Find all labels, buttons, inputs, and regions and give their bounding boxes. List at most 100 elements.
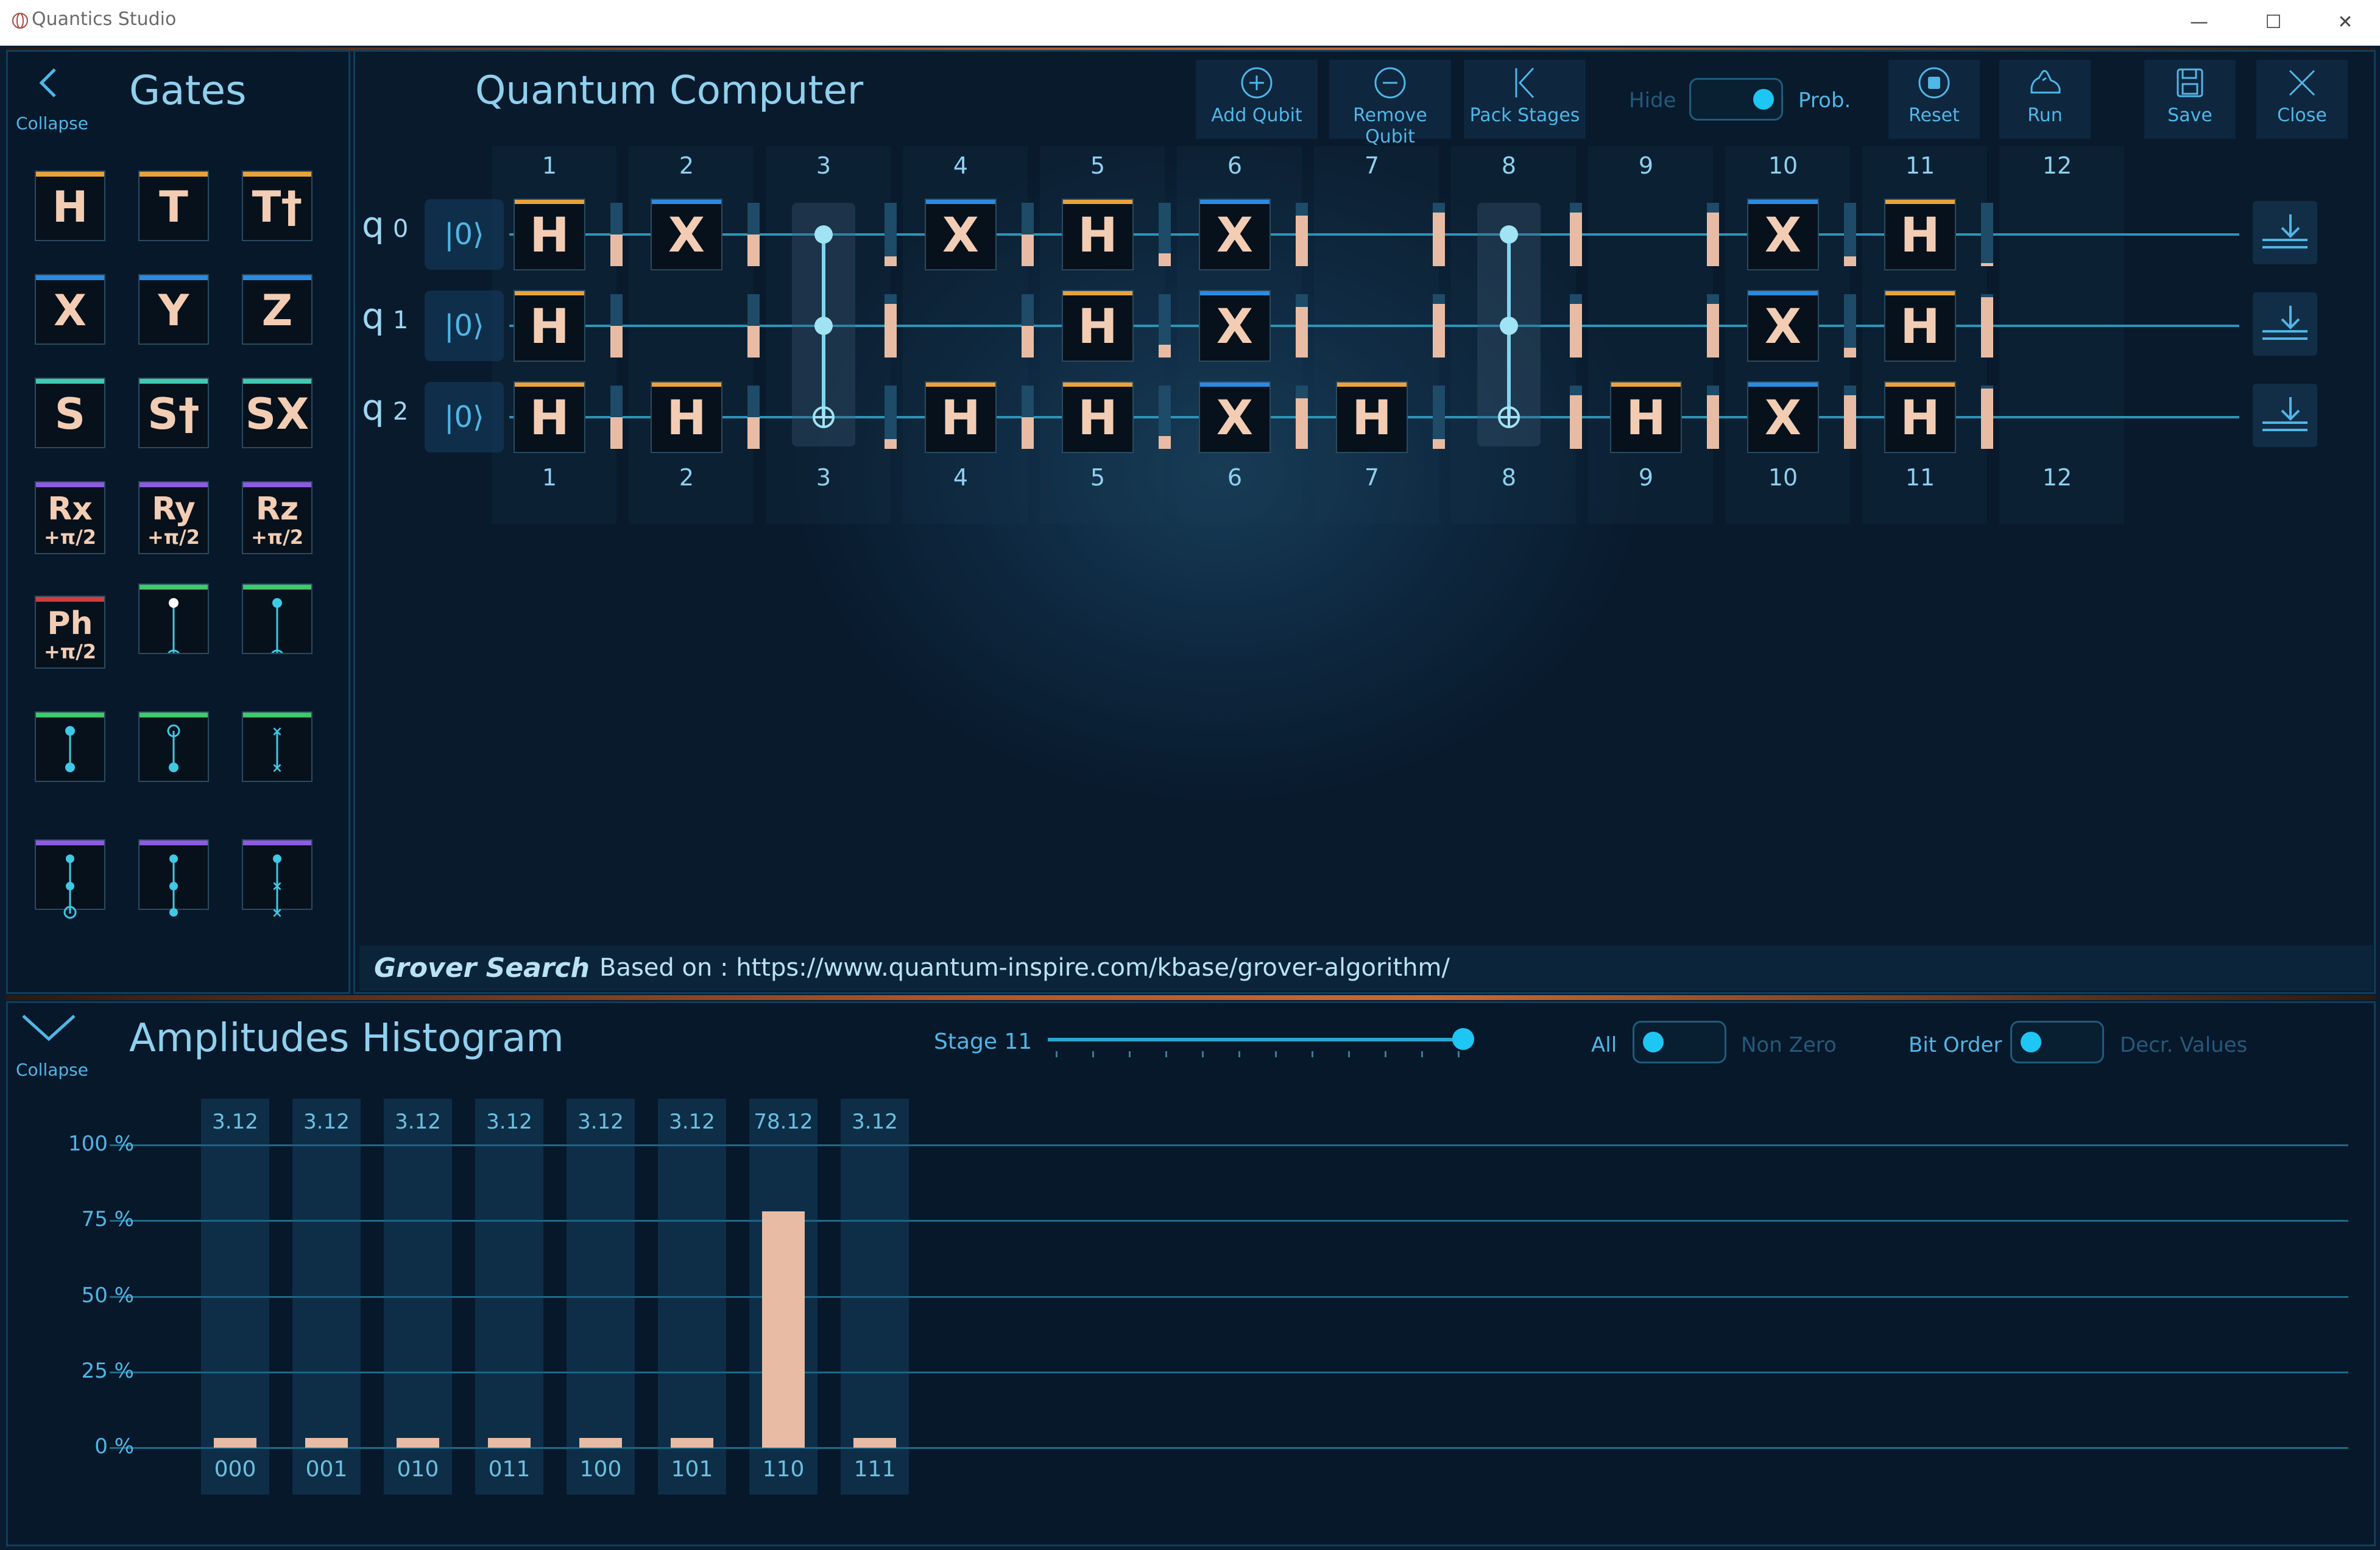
gate-tile-controlled-x[interactable] xyxy=(138,583,209,664)
circuit-gate-h[interactable]: H xyxy=(1062,199,1134,270)
circuit-gate-h[interactable]: H xyxy=(514,290,585,362)
circuit-gate-x[interactable]: X xyxy=(1199,290,1271,362)
gate-tile-y[interactable]: Y xyxy=(138,274,209,345)
measure-button[interactable] xyxy=(2253,292,2317,356)
measure-button[interactable] xyxy=(2253,384,2317,447)
stage-number-top: 11 xyxy=(1905,152,1935,179)
gate-label: H xyxy=(666,391,707,446)
probability-bar xyxy=(1981,203,1993,266)
gate-tile-controlled-x-alt[interactable] xyxy=(242,583,313,664)
histogram-column[interactable] xyxy=(475,1099,543,1495)
gate-angle: +π/2 xyxy=(147,526,200,549)
circuit-gate-x[interactable]: X xyxy=(925,199,997,270)
circuit-gate-h[interactable]: H xyxy=(1062,290,1134,362)
gate-tile-rz[interactable]: Rz +π/2 xyxy=(242,481,313,554)
gate-angle: +π/2 xyxy=(43,526,97,549)
histogram-bar xyxy=(579,1438,622,1448)
gate-label: X xyxy=(54,286,87,336)
collapse-gates-button[interactable]: Collapse xyxy=(9,54,88,139)
circuit-gate-h[interactable]: H xyxy=(1884,381,1956,453)
histogram-column[interactable] xyxy=(841,1099,909,1495)
histogram-column[interactable] xyxy=(384,1099,452,1495)
gate-color-bar xyxy=(926,382,995,387)
minimize-button[interactable]: — xyxy=(2181,7,2217,38)
histogram-column[interactable] xyxy=(201,1099,269,1495)
probability-bar xyxy=(1570,203,1582,266)
gate-tile-swap[interactable]: × × xyxy=(242,711,313,782)
reset-button[interactable]: Reset xyxy=(1888,60,1980,139)
qubit-initial-state[interactable]: |0⟩ xyxy=(425,199,504,270)
remove-qubit-button[interactable]: Remove Qubit xyxy=(1329,60,1451,147)
histogram-column[interactable] xyxy=(658,1099,726,1495)
gate-label: X xyxy=(1764,391,1802,446)
circuit-gate-h[interactable]: H xyxy=(514,381,585,453)
gate-tile-sdagger[interactable]: S† xyxy=(138,378,209,448)
gate-tile-x[interactable]: X xyxy=(35,274,105,345)
probability-bar xyxy=(1844,203,1856,266)
pack-stages-button[interactable]: Pack Stages xyxy=(1464,60,1586,139)
gate-tile-ph[interactable]: Ph +π/2 xyxy=(35,596,105,669)
gate-label: S† xyxy=(147,389,200,439)
circuit-gate-x[interactable]: X xyxy=(1747,199,1819,270)
circuit-gate-h[interactable]: H xyxy=(1610,381,1682,453)
chevron-down-icon xyxy=(22,1015,76,1041)
collapse-histogram-button[interactable]: Collapse xyxy=(9,1005,88,1084)
qubit-wire xyxy=(509,325,2239,327)
probability-bar xyxy=(747,386,760,449)
gate-tile-ccz[interactable] xyxy=(138,839,209,917)
gate-tile-rx[interactable]: Rx +π/2 xyxy=(35,481,105,554)
gate-tile-controlled-z[interactable] xyxy=(35,711,105,782)
gate-color-bar xyxy=(243,482,311,487)
gate-label: H xyxy=(1078,391,1118,446)
hide-prob-toggle[interactable] xyxy=(1689,78,1783,121)
circuit-gate-h[interactable]: H xyxy=(1062,381,1134,453)
gate-tile-tdagger[interactable]: T† xyxy=(242,171,313,241)
measure-button[interactable] xyxy=(2253,201,2317,264)
gate-color-bar xyxy=(36,482,104,487)
stop-circle-icon xyxy=(1918,67,1950,99)
circuit-gate-x[interactable]: X xyxy=(651,199,722,270)
histogram-column[interactable] xyxy=(567,1099,635,1495)
add-qubit-button[interactable]: Add Qubit xyxy=(1196,60,1318,139)
circuit-gate-h[interactable]: H xyxy=(651,381,722,453)
qubit-initial-state[interactable]: |0⟩ xyxy=(425,291,504,361)
gate-tile-controlled-x-b[interactable] xyxy=(138,711,209,782)
gate-label: H xyxy=(1900,208,1940,263)
circuit-gate-h[interactable]: H xyxy=(925,381,997,453)
circuit-gate-x[interactable]: X xyxy=(1199,381,1271,453)
circuit-gate-x[interactable]: X xyxy=(1747,290,1819,362)
gate-tile-s[interactable]: S xyxy=(35,378,105,448)
stage-slider-track[interactable] xyxy=(1048,1038,1462,1041)
circuit-gate-h[interactable]: H xyxy=(1884,290,1956,362)
histogram-column[interactable] xyxy=(292,1099,361,1495)
maximize-button[interactable]: ☐ xyxy=(2255,7,2292,38)
probability-fill xyxy=(1159,436,1171,449)
circuit-gate-h[interactable]: H xyxy=(1336,381,1408,453)
close-window-button[interactable]: ✕ xyxy=(2327,7,2364,38)
close-circuit-button[interactable]: Close xyxy=(2256,60,2348,139)
qubit-initial-state[interactable]: |0⟩ xyxy=(425,382,504,453)
stage-number-top: 5 xyxy=(1090,152,1106,179)
save-button[interactable]: Save xyxy=(2144,60,2236,139)
run-button[interactable]: Run xyxy=(1999,60,2091,139)
circuit-gate-h[interactable]: H xyxy=(1884,199,1956,270)
gate-tile-ry[interactable]: Ry +π/2 xyxy=(138,481,209,554)
gate-label: X xyxy=(1216,300,1254,354)
gate-tile-t[interactable]: T xyxy=(138,171,209,241)
slider-tick xyxy=(1385,1051,1386,1057)
gate-tile-sx[interactable]: SX xyxy=(242,378,313,448)
circuit-gate-x[interactable]: X xyxy=(1747,381,1819,453)
order-toggle[interactable] xyxy=(2010,1021,2104,1063)
circuit-gate-h[interactable]: H xyxy=(514,199,585,270)
sample-source[interactable]: Based on : https://www.quantum-inspire.c… xyxy=(599,954,1450,982)
filter-toggle[interactable] xyxy=(1633,1021,1726,1063)
circuit-gate-x[interactable]: X xyxy=(1199,199,1271,270)
probability-fill xyxy=(747,326,760,358)
gate-tile-z[interactable]: Z xyxy=(242,274,313,345)
gate-tile-fredkin[interactable]: × × xyxy=(242,839,313,921)
gate-tile-h[interactable]: H xyxy=(35,171,105,241)
qubit-index: 1 xyxy=(392,306,409,334)
probability-bar xyxy=(1022,386,1034,449)
stage-slider-thumb[interactable] xyxy=(1452,1028,1474,1050)
gate-tile-toffoli[interactable] xyxy=(35,839,105,919)
